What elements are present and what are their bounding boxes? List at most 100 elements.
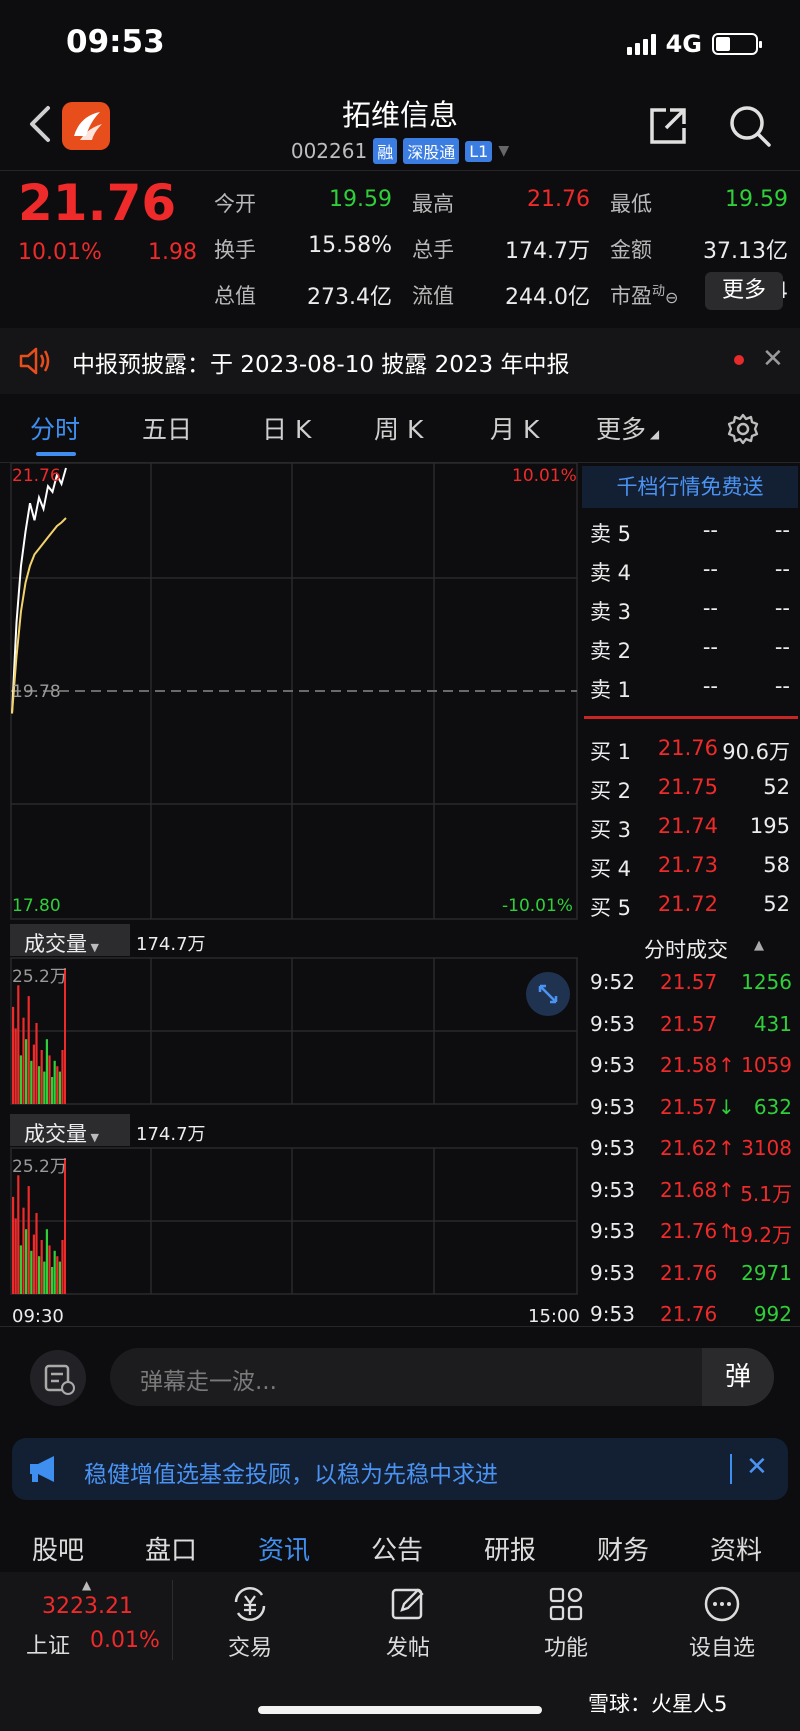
settings-gear-icon[interactable] — [726, 412, 760, 446]
ad-close-icon[interactable]: ✕ — [746, 1452, 768, 1482]
tab-news[interactable]: 资讯 — [258, 1530, 310, 1567]
sell-level-volume: -- — [774, 596, 790, 620]
buy-level-label: 买 5 — [590, 896, 632, 920]
volume-indicator-select[interactable]: 成交量 ▼ — [24, 928, 99, 958]
search-icon[interactable] — [728, 104, 772, 148]
tab-market[interactable]: 盘口 — [145, 1530, 197, 1567]
functions-button[interactable]: 功能 — [516, 1584, 616, 1662]
volume-bar — [30, 1060, 33, 1104]
volume-bar — [51, 1267, 54, 1294]
add-watchlist-label: 设自选 — [688, 1636, 755, 1661]
tab-announcements[interactable]: 公告 — [371, 1530, 423, 1567]
volume-indicator-select-2[interactable]: 成交量 ▼ — [24, 1118, 99, 1148]
expand-up-icon[interactable]: ▲ — [82, 1578, 91, 1592]
add-watchlist-button[interactable]: 设自选 — [672, 1584, 772, 1662]
battery-icon — [712, 33, 762, 55]
trade-button[interactable]: 交易 — [200, 1584, 300, 1662]
sell-level-price: -- — [702, 557, 718, 581]
more-button[interactable]: 更多 — [705, 272, 783, 310]
tick-price: 21.57 — [660, 1094, 718, 1119]
buy-level-volume: 58 — [763, 853, 790, 877]
tick-volume: 3108 — [741, 1136, 792, 1160]
post-button[interactable]: 发帖 — [358, 1584, 458, 1662]
volume-total: 174.7万 — [136, 934, 206, 955]
notice-text: 中报预披露：于 2023-08-10 披露 2023 年中报 — [72, 352, 570, 378]
ad-text: 稳健增值选基金投顾，以稳为先稳中求进 — [84, 1462, 498, 1488]
home-indicator[interactable] — [258, 1706, 542, 1714]
tab-finance[interactable]: 财务 — [597, 1530, 649, 1567]
intraday-chart[interactable] — [10, 462, 578, 1322]
more-circle-icon — [704, 1586, 740, 1622]
tick-volume: 992 — [753, 1302, 792, 1326]
tab-more[interactable]: 更多 ◢ — [596, 410, 659, 446]
buy-level-price: 21.76 — [657, 736, 718, 760]
tick-arrow: ↑ — [718, 1136, 735, 1160]
quote-label-text: 总手 — [412, 238, 454, 262]
volume-bar — [14, 1218, 17, 1294]
buy-level-label: 买 1 — [590, 740, 632, 764]
quote-label-text: 最高 — [412, 192, 454, 216]
quote-label: 金额 — [610, 234, 652, 264]
tab-five-day[interactable]: 五日 — [142, 410, 192, 446]
buy-level-label: 买 2 — [590, 779, 632, 803]
price-line — [11, 467, 67, 714]
tick-volume: 1256 — [741, 970, 792, 994]
tab-monthly-k[interactable]: 月 K — [490, 410, 539, 446]
volume-bar — [45, 1229, 48, 1294]
ticks-title[interactable]: 分时成交 — [644, 934, 728, 964]
quote-value: 15.58% — [308, 233, 392, 258]
tab-more-label: 更多 — [596, 415, 647, 444]
tick-price: 21.76 — [660, 1260, 718, 1285]
megaphone-icon — [30, 1456, 54, 1482]
speaker-icon — [19, 347, 50, 375]
volume-bar — [40, 1240, 43, 1294]
pe-info-icon[interactable]: ⊖ — [665, 288, 678, 307]
tick-price: 21.76 — [660, 1302, 718, 1326]
ad-divider — [730, 1454, 732, 1484]
tag-connect: 深股通 — [403, 138, 460, 164]
tab-daily-k[interactable]: 日 K — [262, 410, 311, 446]
danmaku-toggle[interactable] — [30, 1350, 86, 1406]
orderbook-promo[interactable]: 千档行情免费送 — [582, 466, 798, 508]
quote-value: 21.76 — [527, 187, 590, 212]
volume-bar — [25, 1229, 28, 1294]
axis-pct-high: 10.01% — [512, 466, 577, 486]
tick-time: 9:53 — [590, 1136, 635, 1160]
tick-price: 21.62 — [660, 1136, 718, 1160]
buy-level-volume: 52 — [763, 892, 790, 916]
quote-label: 总值 — [214, 280, 256, 310]
volume-bar — [27, 1186, 30, 1294]
index-name: 上证 — [26, 1634, 71, 1659]
buy-level-price: 21.75 — [657, 775, 718, 799]
edit-icon — [391, 1588, 424, 1620]
tab-research[interactable]: 研报 — [484, 1530, 536, 1567]
index-value[interactable]: 3223.21 — [42, 1594, 133, 1619]
tab-profile[interactable]: 资料 — [710, 1530, 762, 1567]
collapse-icon[interactable]: ▲ — [754, 938, 764, 953]
tick-time: 9:53 — [590, 1177, 635, 1202]
danmaku-send-button[interactable]: 弹 — [702, 1348, 774, 1406]
quote-label: 换手 — [214, 234, 256, 264]
tab-forum[interactable]: 股吧 — [32, 1530, 84, 1567]
tab-intraday[interactable]: 分时 — [30, 410, 80, 446]
volume-bar — [25, 1039, 28, 1104]
close-icon[interactable]: ✕ — [762, 344, 784, 374]
signal-icon — [626, 33, 656, 55]
tick-volume: 19.2万 — [727, 1223, 792, 1247]
divider — [0, 1326, 800, 1327]
tick-volume: 632 — [753, 1094, 792, 1119]
volume-bar — [35, 1023, 38, 1104]
volume-bar — [12, 1196, 15, 1294]
sell-level-label: 卖 1 — [590, 678, 632, 702]
quote-label: 流值 — [412, 280, 454, 310]
tab-weekly-k[interactable]: 周 K — [374, 410, 423, 446]
buy-level-volume: 195 — [749, 814, 790, 838]
share-icon[interactable] — [646, 104, 690, 148]
buy-level-volume: 52 — [763, 775, 790, 799]
volume-bar — [27, 996, 30, 1104]
network-label: 4G — [665, 30, 702, 58]
volume-bar — [53, 1250, 56, 1294]
tick-volume: 5.1万 — [740, 1181, 792, 1206]
orderbook-separator — [584, 716, 798, 719]
danmaku-icon — [44, 1364, 75, 1395]
